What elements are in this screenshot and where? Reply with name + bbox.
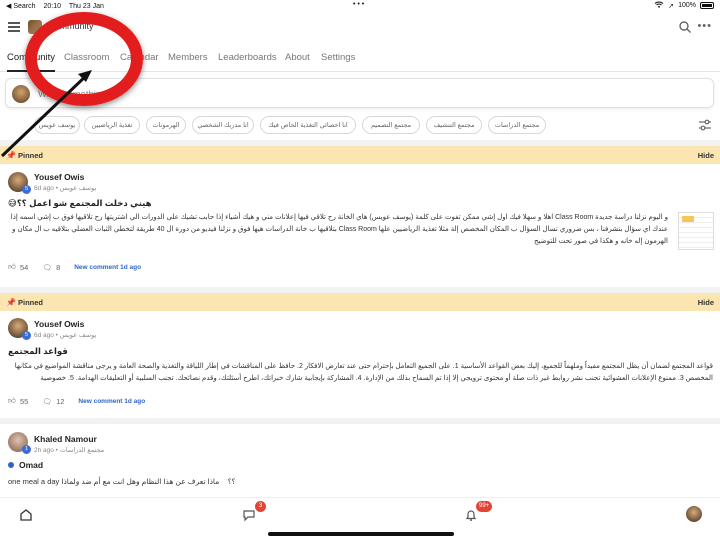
level-badge: 5 [22,185,31,194]
tab-members[interactable]: Members [168,52,208,63]
comment-icon[interactable]: 🗨︎ [42,397,52,406]
more-options-icon[interactable]: ••• [697,20,712,32]
post-card[interactable]: 5 Yousef Owis 6d ago • يوسف عويس 😅هيني د… [0,164,720,288]
like-count: 54 [20,262,29,272]
comment-count: 12 [56,396,65,406]
post-body: و اليوم نزلنا دراسة جديدة Class Room اهل… [10,214,668,245]
hide-button[interactable]: Hide [698,151,714,160]
post-body-ar: ماذا تعرف عن هذا النظام وهل انت مع أم ضد… [61,477,220,486]
post-body: قواعد المجتمع لضمان أن يظل المجتمع مفيدا… [14,363,713,382]
hide-button[interactable]: Hide [698,298,714,307]
post-stats: 👍︎ 54 🗨︎ 8 New comment 1d ago [8,262,141,272]
post-title[interactable]: 😅هيني دخلت المجتمع شو اعمل ؟؟ [8,198,152,209]
new-comment-link[interactable]: New comment 1d ago [74,264,141,271]
comment-icon[interactable]: 🗨︎ [42,263,52,272]
post-card[interactable]: 1 Khaled Namour 2h ago • مجتمع الدراسات … [0,424,720,497]
search-icon[interactable] [678,20,692,34]
post-stats: 👍︎ 55 🗨︎ 12 New comment 1d ago [8,396,145,406]
post-meta: 6d ago • يوسف عويس [34,332,97,339]
post-meta: 6d ago • يوسف عويس [34,185,97,192]
level-badge: 1 [22,445,31,454]
post-card[interactable]: 5 Yousef Owis 6d ago • يوسف عويس قواعد ا… [0,311,720,419]
post-body: one meal a day ؟؟ ماذا تعرف عن هذا النظا… [8,477,236,486]
filter-icon[interactable] [698,119,712,131]
author-name[interactable]: Yousef Owis [34,319,84,329]
wifi-icon [654,1,664,10]
author-name[interactable]: Yousef Owis [34,172,84,182]
home-indicator [268,532,454,536]
post-thumbnail[interactable] [678,212,714,250]
location-icon: ➚ [668,2,675,10]
status-date: Thu 23 Jan [68,3,104,10]
post-meta: 2h ago • مجتمع الدراسات [34,447,105,454]
tab-settings[interactable]: Settings [321,52,355,63]
bell-icon[interactable] [464,508,478,522]
tab-about[interactable]: About [285,52,310,63]
chip-cutting-community[interactable]: مجتمع التنشيف [426,116,482,134]
status-dots: • • • [353,1,365,8]
home-icon[interactable] [19,508,33,522]
status-time: 20:10 [43,3,61,10]
unread-dot [8,462,14,468]
status-bar: ◀ Search 20:10 Thu 23 Jan • • • ➚ 100% [0,0,720,12]
like-icon[interactable]: 👍︎ [8,396,16,406]
chat-badge: 3 [255,501,266,512]
notification-badge: 99+ [476,501,493,512]
pin-icon: 📌 [6,298,16,307]
post-title[interactable]: قواعد المجتمع [8,346,68,357]
comment-count: 8 [56,262,61,272]
pinned-label: Pinned [18,298,44,307]
new-comment-link[interactable]: New comment 1d ago [78,398,145,405]
chip-hormones[interactable]: الهرمونات [146,116,186,134]
battery-icon [700,2,714,9]
author-name[interactable]: Khaled Namour [34,434,97,444]
like-count: 55 [20,396,29,406]
chip-studies-community[interactable]: مجتمع الدراسات [488,116,546,134]
profile-avatar[interactable] [686,506,702,522]
tab-leaderboards[interactable]: Leaderboards [218,52,277,63]
chat-icon[interactable] [242,508,256,522]
chip-nutritionist[interactable]: انا اخصائي التغذية الخاص فيك [260,116,356,134]
pinned-bar: 📌 Pinned Hide [0,293,720,311]
chip-personal-coach[interactable]: انا مدربك الشخصي [192,116,254,134]
back-to-search[interactable]: ◀ Search [6,3,36,10]
chip-design-community[interactable]: مجتمع التصميم [362,116,420,134]
post-title[interactable]: Omad [8,460,43,470]
annotation-arrow [0,70,92,158]
level-badge: 5 [22,331,31,340]
like-icon[interactable]: 👍︎ [8,262,16,272]
menu-icon[interactable] [8,22,20,32]
post-title-text: Omad [19,460,44,470]
battery-percent: 100% [678,2,696,9]
